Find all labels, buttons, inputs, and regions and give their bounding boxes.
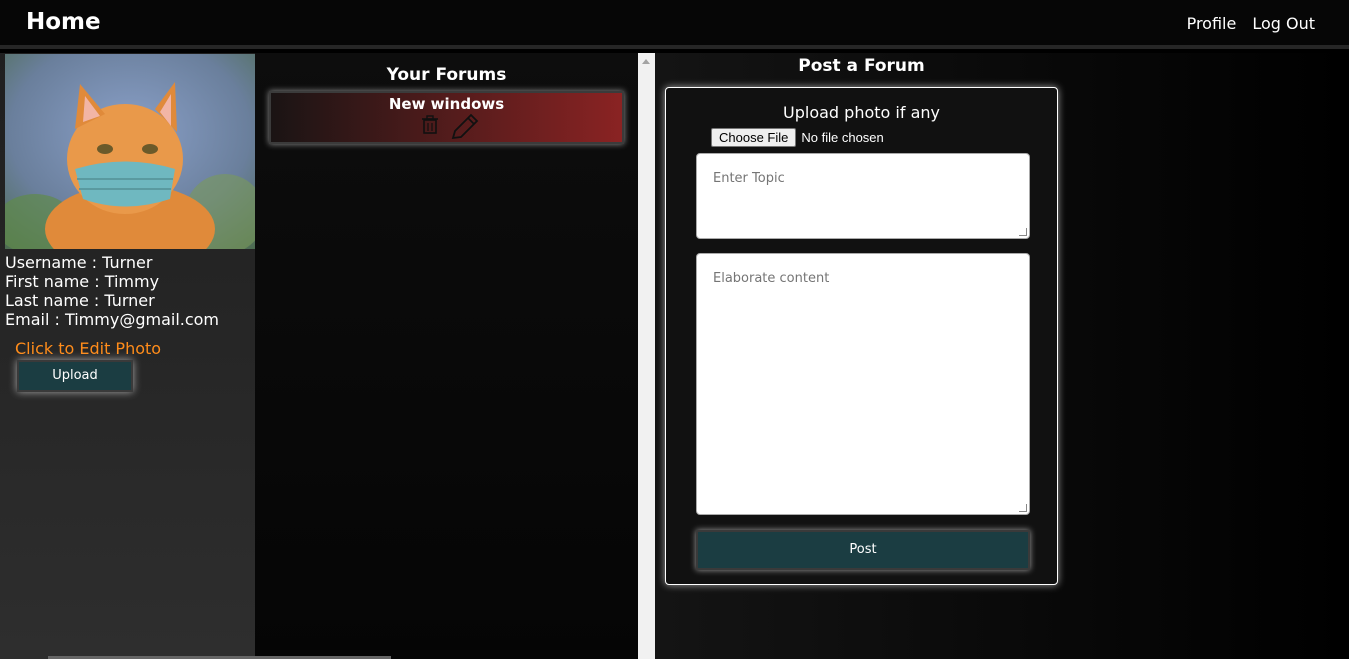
email-text: Email : Timmy@gmail.com: [5, 310, 220, 329]
resize-grip-icon[interactable]: [1019, 228, 1027, 236]
avatar-image: [5, 54, 255, 249]
username-text: Username : Turner: [5, 253, 153, 272]
avatar: [5, 54, 255, 249]
your-forums-panel: Your Forums New windows: [255, 53, 638, 659]
navbar: Home Profile Log Out: [0, 0, 1349, 49]
edit-photo-link[interactable]: Click to Edit Photo: [15, 339, 161, 358]
forums-title: Your Forums: [386, 65, 507, 85]
forum-actions: [419, 113, 479, 145]
forums-scrollbar[interactable]: [638, 53, 655, 659]
content-textarea[interactable]: Elaborate content: [696, 253, 1030, 515]
scroll-up-icon[interactable]: [642, 59, 650, 64]
file-status-text: No file chosen: [801, 130, 884, 145]
pencil-icon[interactable]: [449, 113, 479, 145]
topic-textarea[interactable]: Enter Topic: [696, 153, 1030, 239]
forum-card[interactable]: New windows: [269, 91, 624, 144]
logout-link[interactable]: Log Out: [1252, 14, 1315, 33]
forum-card-title: New windows: [388, 95, 505, 113]
choose-file-button[interactable]: Choose File: [711, 128, 797, 147]
profile-link[interactable]: Profile: [1187, 14, 1237, 33]
nav-links: Profile Log Out: [1187, 14, 1315, 33]
profile-sidebar: Username : Turner First name : Timmy Las…: [0, 53, 255, 659]
upload-photo-label: Upload photo if any: [783, 103, 940, 122]
post-forum-panel: Post a Forum Upload photo if any Choose …: [655, 53, 1349, 659]
post-forum-form: Upload photo if any Choose File No file …: [665, 87, 1058, 585]
first-name-text: First name : Timmy: [5, 272, 160, 291]
upload-photo-button[interactable]: Upload: [17, 360, 133, 392]
file-input: Choose File No file chosen: [711, 128, 884, 147]
home-brand-link[interactable]: Home: [26, 9, 101, 35]
last-name-text: Last name : Turner: [5, 291, 155, 310]
post-button[interactable]: Post: [696, 530, 1030, 570]
profile-info: Username : Turner First name : Timmy Las…: [5, 253, 219, 329]
post-forum-title: Post a Forum: [798, 56, 925, 76]
resize-grip-icon[interactable]: [1019, 504, 1027, 512]
trash-icon[interactable]: [419, 113, 441, 145]
